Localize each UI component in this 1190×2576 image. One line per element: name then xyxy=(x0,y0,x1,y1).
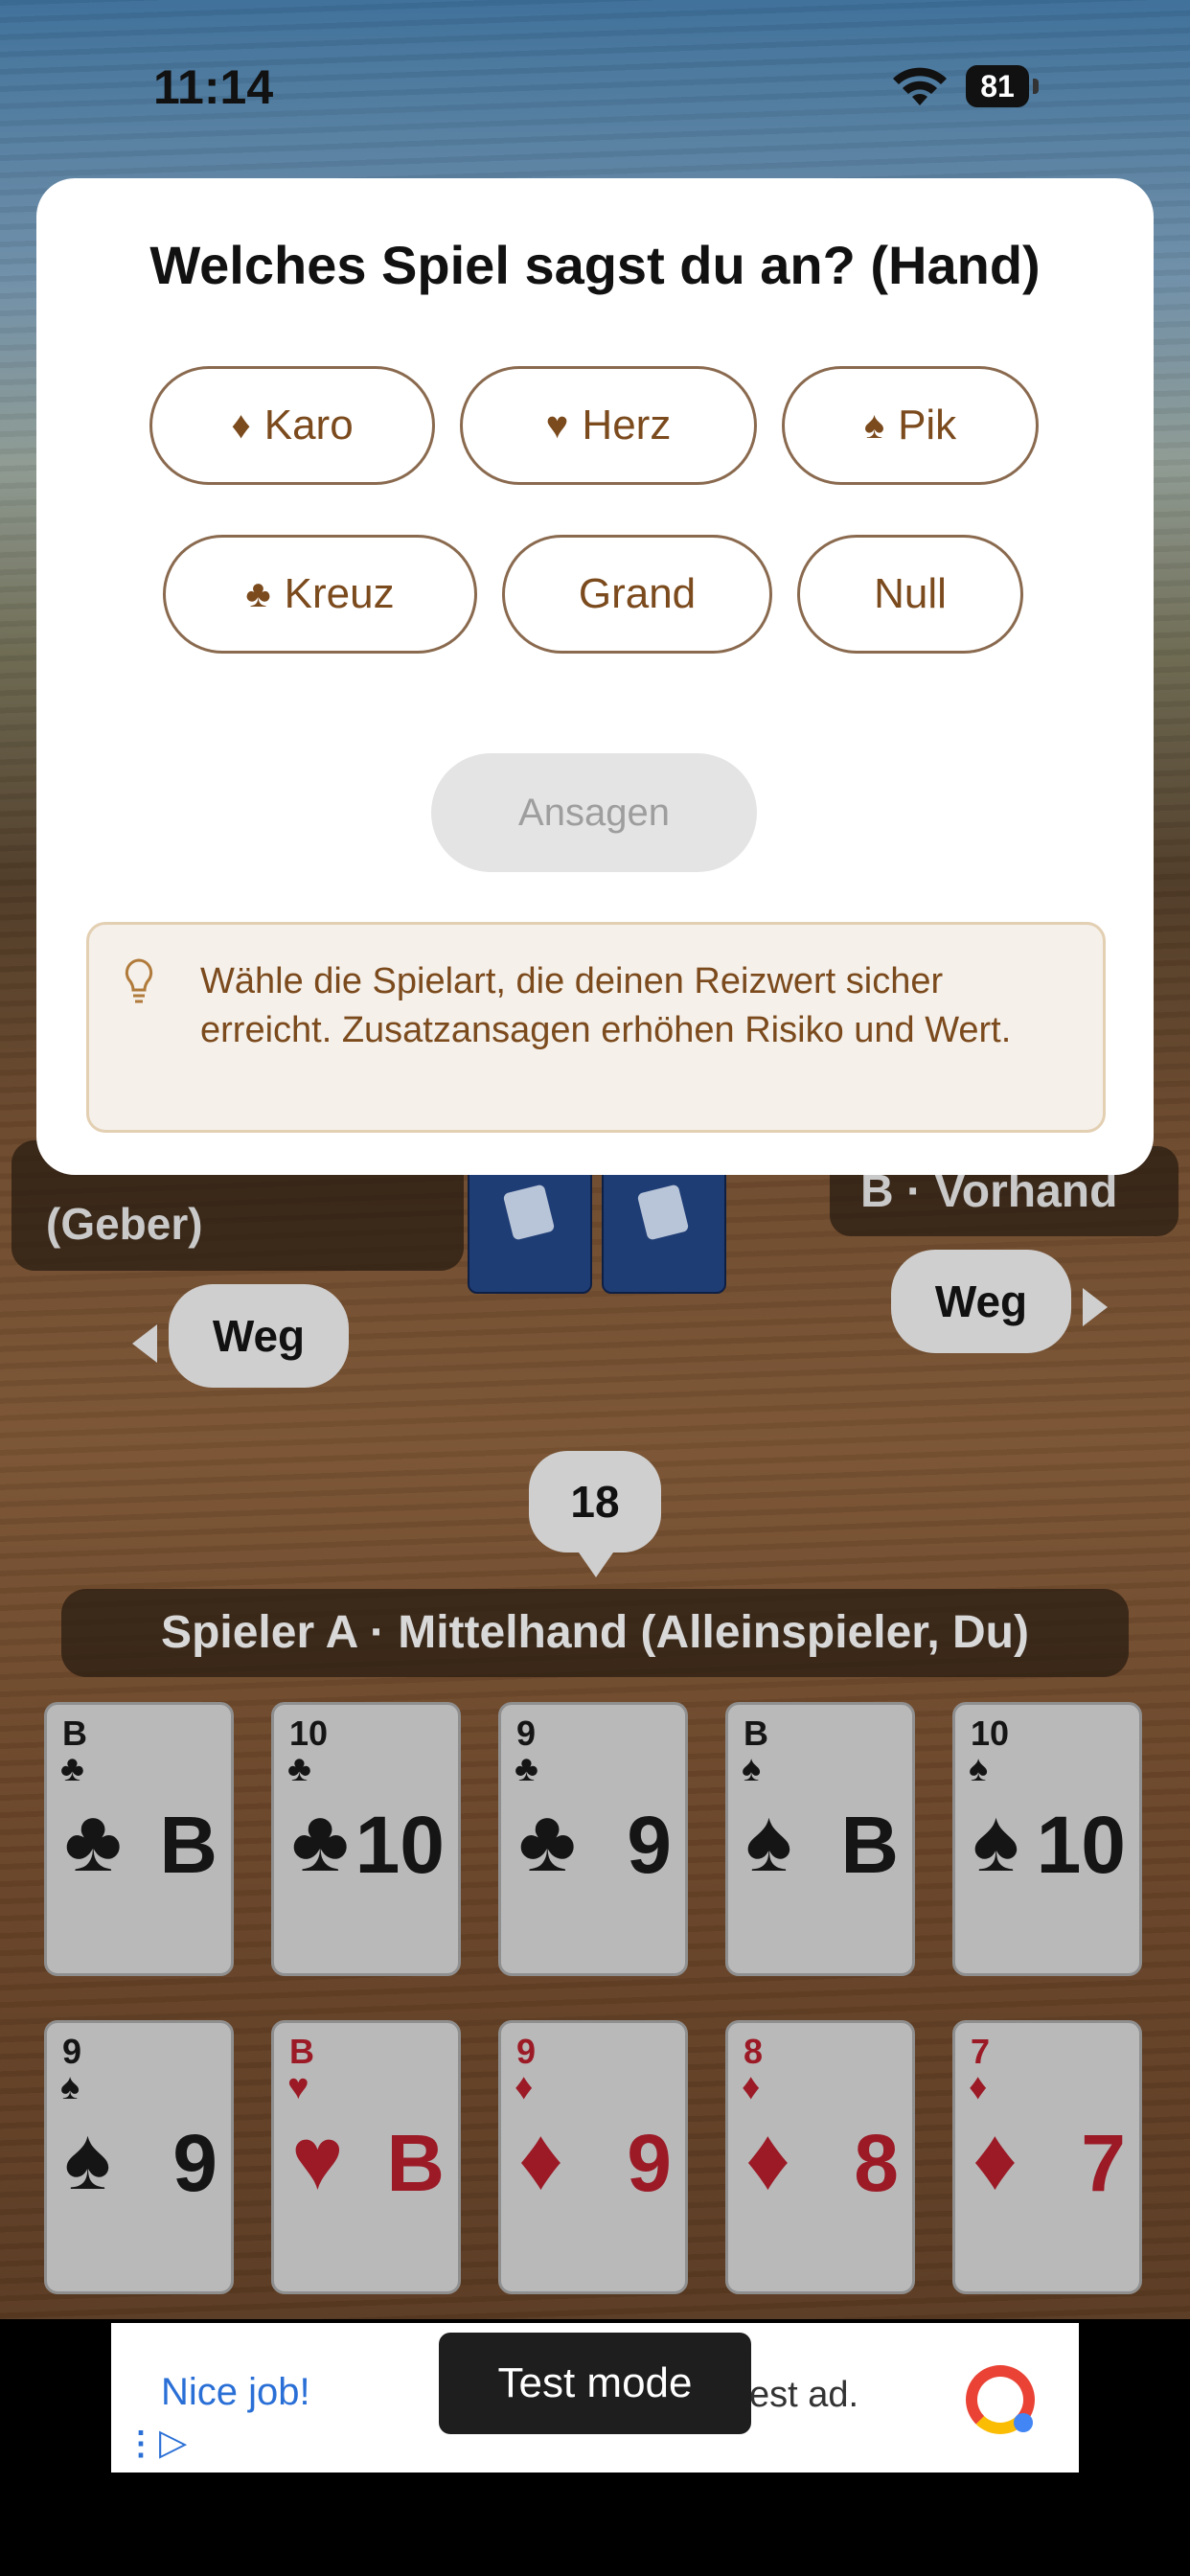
card-big-rank: B xyxy=(840,1800,899,1890)
battery-tip xyxy=(1033,79,1039,94)
card-big-suit-icon: ♣ xyxy=(518,1792,577,1890)
option-label: Grand xyxy=(578,570,697,617)
card-big-rank: 7 xyxy=(1081,2118,1126,2208)
hand-card[interactable]: 10 ♠ ♠ 10 xyxy=(952,1702,1142,1976)
option-karo-button[interactable]: ♦ Karo xyxy=(149,366,435,485)
card-big-rank: 9 xyxy=(172,2118,217,2208)
hand-card[interactable]: 8 ♦ ♦ 8 xyxy=(725,2020,915,2294)
option-pik-button[interactable]: ♠ Pik xyxy=(782,366,1039,485)
option-label: Pik xyxy=(898,402,957,448)
option-herz-button[interactable]: ♥ Herz xyxy=(460,366,757,485)
ad-menu-icon[interactable]: ⋮ xyxy=(125,2425,157,2463)
card-rank: B xyxy=(289,2032,314,2071)
diamond-icon: ♦ xyxy=(231,403,251,447)
dialog-title: Welches Spiel sagst du an? (Hand) xyxy=(149,235,1041,295)
card-big-suit-icon: ♣ xyxy=(291,1792,350,1890)
card-rank: B xyxy=(62,1714,87,1753)
heart-icon: ♥ xyxy=(545,403,569,447)
ad-logo-icon xyxy=(966,2365,1035,2434)
card-suit-icon: ♠ xyxy=(742,1749,762,1789)
game-announcement-dialog: Welches Spiel sagst du an? (Hand) ♦ Karo… xyxy=(36,178,1154,1175)
card-rank: 10 xyxy=(971,1714,1010,1753)
hand-card[interactable]: 9 ♠ ♠ 9 xyxy=(44,2020,234,2294)
card-rank: 9 xyxy=(516,1714,537,1753)
card-suit-icon: ♦ xyxy=(515,2067,534,2107)
card-suit-icon: ♣ xyxy=(515,1749,538,1789)
card-big-rank: B xyxy=(159,1800,217,1890)
card-rank: 7 xyxy=(971,2032,991,2071)
card-rank: 9 xyxy=(62,2032,82,2071)
skat-card-back xyxy=(468,1156,592,1294)
card-big-rank: B xyxy=(386,2118,445,2208)
wifi-icon xyxy=(893,67,947,105)
ad-title: Nice job! xyxy=(161,2371,310,2413)
option-kreuz-button[interactable]: ♣ Kreuz xyxy=(163,535,477,654)
card-rank: B xyxy=(744,1714,768,1753)
card-big-rank: 8 xyxy=(854,2118,899,2208)
card-big-rank: 10 xyxy=(1036,1800,1126,1890)
player-label: Spieler A · Mittelhand (Alleinspieler, D… xyxy=(61,1589,1129,1677)
card-big-suit-icon: ♣ xyxy=(64,1792,123,1890)
skat-card-back xyxy=(602,1156,726,1294)
test-mode-toast: Test mode xyxy=(439,2333,751,2434)
club-icon: ♣ xyxy=(245,572,271,615)
hand-card[interactable]: 7 ♦ ♦ 7 xyxy=(952,2020,1142,2294)
lightbulb-icon xyxy=(125,958,153,1003)
option-label: Null xyxy=(874,570,947,617)
option-label: Kreuz xyxy=(284,570,395,617)
hand-card[interactable]: B ♣ ♣ B xyxy=(44,1702,234,1976)
battery-icon: 81 xyxy=(966,65,1029,107)
card-big-rank: 10 xyxy=(355,1800,445,1890)
card-big-suit-icon: ♠ xyxy=(973,1792,1019,1890)
hand-card[interactable]: 9 ♣ ♣ 9 xyxy=(498,1702,688,1976)
announce-button[interactable]: Ansagen xyxy=(431,753,757,872)
card-big-suit-icon: ♦ xyxy=(973,2110,1018,2208)
card-rank: 10 xyxy=(289,1714,329,1753)
card-suit-icon: ♦ xyxy=(742,2067,761,2107)
status-bar: 11:14 81 xyxy=(0,0,1190,172)
hint-box: Wähle die Spielart, die deinen Reizwert … xyxy=(86,922,1106,1133)
card-rank: 9 xyxy=(516,2032,537,2071)
card-suit-icon: ♣ xyxy=(287,1749,311,1789)
hand-card[interactable]: B ♥ ♥ B xyxy=(271,2020,461,2294)
card-suit-icon: ♦ xyxy=(969,2067,988,2107)
ad-play-icon: ▷ xyxy=(159,2423,188,2463)
card-big-suit-icon: ♠ xyxy=(745,1792,792,1890)
right-speech-bubble: Weg xyxy=(891,1250,1108,1353)
card-big-suit-icon: ♦ xyxy=(745,2110,790,2208)
card-big-suit-icon: ♠ xyxy=(64,2110,111,2208)
card-big-suit-icon: ♦ xyxy=(518,2110,563,2208)
option-label: Karo xyxy=(263,402,354,448)
ad-text: est ad. xyxy=(749,2375,859,2415)
option-grand-button[interactable]: Grand xyxy=(502,535,772,654)
hint-text: Wähle die Spielart, die deinen Reizwert … xyxy=(200,961,1012,1050)
card-big-rank: 9 xyxy=(627,2118,672,2208)
option-null-button[interactable]: Null xyxy=(797,535,1023,654)
card-suit-icon: ♥ xyxy=(287,2067,309,2107)
option-label: Herz xyxy=(582,402,672,448)
card-suit-icon: ♠ xyxy=(969,1749,989,1789)
left-speech-bubble: Weg xyxy=(132,1284,349,1388)
hand-card[interactable]: B ♠ ♠ B xyxy=(725,1702,915,1976)
card-big-rank: 9 xyxy=(627,1800,672,1890)
card-big-suit-icon: ♥ xyxy=(291,2110,344,2208)
clock: 11:14 xyxy=(153,60,274,114)
hand-card[interactable]: 9 ♦ ♦ 9 xyxy=(498,2020,688,2294)
left-opponent-label: (Geber) xyxy=(46,1199,203,1249)
bid-bubble: 18 xyxy=(529,1451,661,1577)
card-rank: 8 xyxy=(744,2032,764,2071)
card-suit-icon: ♠ xyxy=(60,2067,80,2107)
card-suit-icon: ♣ xyxy=(60,1749,84,1789)
spade-icon: ♠ xyxy=(863,403,885,447)
hand-card[interactable]: 10 ♣ ♣ 10 xyxy=(271,1702,461,1976)
